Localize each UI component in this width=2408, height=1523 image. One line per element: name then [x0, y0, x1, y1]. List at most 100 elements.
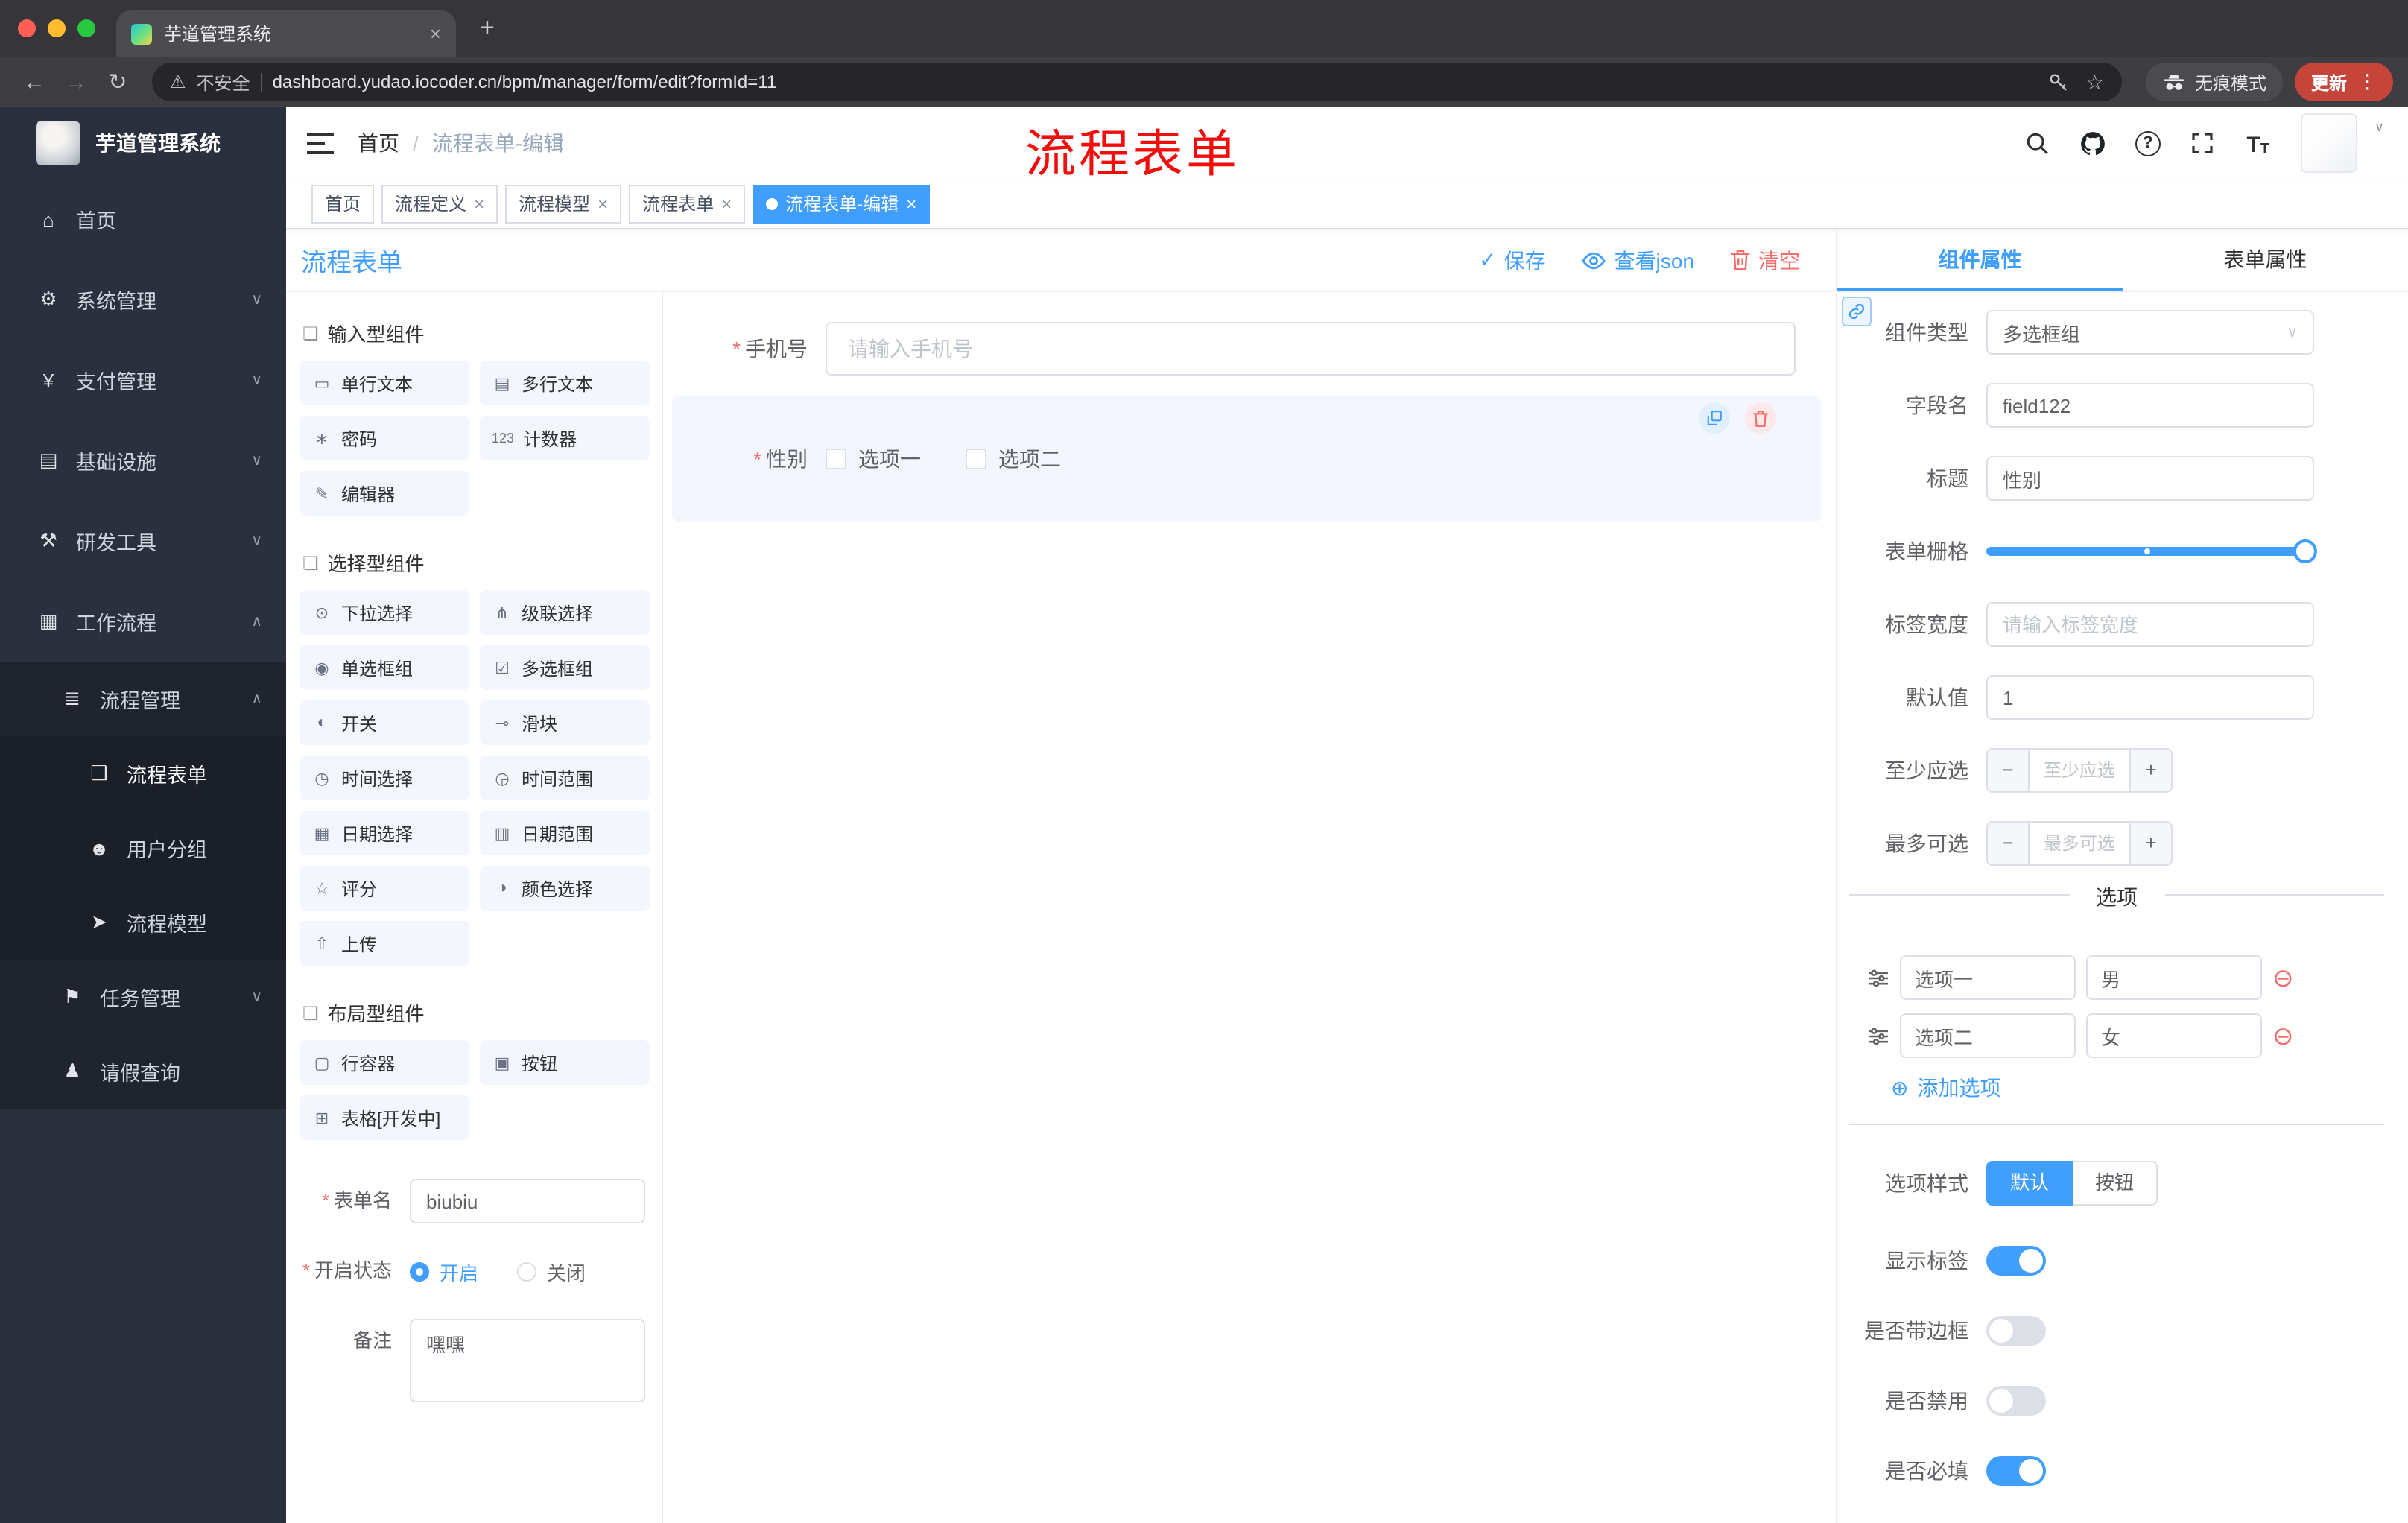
increase-button[interactable]: + [2129, 750, 2171, 791]
tag-close-icon[interactable]: × [474, 193, 484, 214]
default-value-input[interactable] [1986, 675, 2314, 720]
tag-close-icon[interactable]: × [721, 193, 732, 214]
tab-component-props[interactable]: 组件属性 [1837, 229, 2123, 291]
option-label-input[interactable] [1900, 1013, 2076, 1058]
tag-process-model[interactable]: 流程模型 × [505, 184, 622, 223]
form-grid-slider[interactable] [1986, 539, 2317, 563]
field-name-input[interactable] [1986, 383, 2314, 428]
user-avatar[interactable] [2301, 113, 2358, 173]
tag-close-icon[interactable]: × [906, 193, 916, 214]
palette-item-rate[interactable]: ☆ 评分 [300, 866, 469, 911]
sidebar-item-infrastructure[interactable]: ▤ 基础设施 ∨ [0, 420, 286, 501]
sidebar-item-process-model[interactable]: ➤ 流程模型 [0, 885, 286, 960]
save-button[interactable]: ✓ 保存 [1479, 245, 1545, 275]
password-key-icon[interactable] [2048, 71, 2070, 93]
drag-handle-icon[interactable] [1867, 1026, 1889, 1045]
required-switch[interactable] [1986, 1456, 2046, 1486]
decrease-button[interactable]: − [1988, 750, 2030, 791]
palette-item-single-text[interactable]: ▭ 单行文本 [300, 361, 469, 405]
view-json-button[interactable]: 查看json [1582, 245, 1694, 275]
font-size-icon[interactable]: TT [2243, 128, 2273, 158]
palette-item-time-picker[interactable]: ◷ 时间选择 [300, 756, 469, 800]
palette-item-upload[interactable]: ⇧ 上传 [300, 921, 469, 966]
github-icon[interactable] [2078, 128, 2108, 158]
palette-item-switch[interactable]: ◐ 开关 [300, 700, 469, 745]
option-value-input[interactable] [2086, 1013, 2262, 1058]
help-icon[interactable]: ? [2133, 128, 2163, 158]
form-canvas[interactable]: 手机号 [663, 292, 1836, 1523]
style-button-button[interactable]: 按钮 [2073, 1161, 2158, 1206]
option-value-input[interactable] [2086, 955, 2262, 1000]
address-bar[interactable]: ⚠ 不安全 dashboard.yudao.iocoder.cn/bpm/man… [152, 63, 2122, 101]
bookmark-star-icon[interactable]: ☆ [2085, 69, 2104, 95]
sidebar-item-leave-query[interactable]: ♟ 请假查询 [0, 1034, 286, 1109]
sidebar-item-home[interactable]: ⌂ 首页 [0, 179, 286, 259]
collapse-menu-icon[interactable] [307, 132, 334, 154]
form-remark-textarea[interactable]: 嘿嘿 [410, 1319, 645, 1402]
canvas-field-gender[interactable]: 性别 选项一 选项二 [672, 444, 1821, 474]
style-default-button[interactable]: 默认 [1986, 1161, 2073, 1206]
component-type-select[interactable]: 多选框组 ∨ [1986, 310, 2314, 355]
palette-item-slider[interactable]: ⊸ 滑块 [480, 700, 650, 745]
new-tab-button[interactable]: + [480, 13, 495, 43]
tab-form-props[interactable]: 表单属性 [2123, 229, 2408, 291]
forward-icon[interactable]: → [57, 69, 95, 95]
palette-item-checkbox-group[interactable]: ☑ 多选框组 [480, 645, 650, 690]
option-label-input[interactable] [1900, 955, 2076, 1000]
palette-item-select[interactable]: ⊙ 下拉选择 [300, 590, 469, 635]
palette-item-date-picker[interactable]: ▦ 日期选择 [300, 811, 469, 855]
copy-widget-button[interactable] [1699, 402, 1730, 434]
disabled-switch[interactable] [1986, 1386, 2046, 1416]
sidebar-item-dev-tools[interactable]: ⚒ 研发工具 ∨ [0, 501, 286, 581]
tag-home[interactable]: 首页 [311, 184, 375, 223]
tag-process-form-edit[interactable]: 流程表单-编辑 × [752, 184, 931, 223]
phone-input[interactable] [826, 322, 1796, 376]
border-switch[interactable] [1986, 1316, 2046, 1346]
palette-item-button[interactable]: ▣ 按钮 [480, 1040, 650, 1085]
tag-process-definition[interactable]: 流程定义 × [381, 184, 498, 223]
search-icon[interactable] [2023, 128, 2053, 158]
sidebar-item-process-management[interactable]: ≣ 流程管理 ∧ [0, 662, 286, 736]
gender-option-2-checkbox[interactable]: 选项二 [966, 444, 1061, 474]
title-input[interactable] [1986, 456, 2314, 501]
slider-handle[interactable] [2293, 539, 2317, 563]
browser-tab[interactable]: 芋道管理系统 × [116, 10, 456, 57]
gender-option-1-checkbox[interactable]: 选项一 [826, 444, 921, 474]
zoom-window-button[interactable] [77, 19, 95, 37]
sidebar-item-workflow[interactable]: ▦ 工作流程 ∧ [0, 581, 286, 662]
palette-item-table[interactable]: ⊞ 表格[开发中] [300, 1095, 469, 1140]
browser-update-button[interactable]: 更新 ⋮ [2294, 63, 2393, 101]
tag-close-icon[interactable]: × [598, 193, 608, 214]
back-icon[interactable]: ← [15, 69, 54, 95]
palette-item-counter[interactable]: 123 计数器 [480, 416, 650, 460]
increase-button[interactable]: + [2129, 823, 2171, 864]
max-select-value[interactable]: 最多可选 [2030, 823, 2129, 864]
palette-item-editor[interactable]: ✎ 编辑器 [300, 471, 469, 516]
fullscreen-icon[interactable] [2188, 128, 2218, 158]
reload-icon[interactable]: ↻ [98, 69, 137, 95]
canvas-field-phone[interactable]: 手机号 [672, 322, 1821, 376]
palette-item-date-range[interactable]: ▥ 日期范围 [480, 811, 650, 855]
canvas-field-gender-selected[interactable]: 性别 选项一 选项二 [672, 396, 1821, 522]
sidebar-item-payment[interactable]: ¥ 支付管理 ∨ [0, 340, 286, 420]
remove-option-button[interactable]: ⊖ [2272, 965, 2294, 990]
clear-button[interactable]: 清空 [1730, 245, 1800, 275]
sidebar-item-user-group[interactable]: ☻ 用户分组 [0, 811, 286, 885]
min-select-value[interactable]: 至少应选 [2030, 750, 2129, 791]
label-width-input[interactable] [1986, 602, 2314, 647]
add-option-button[interactable]: ⊕ 添加选项 [1891, 1073, 2384, 1103]
tag-process-form[interactable]: 流程表单 × [629, 184, 746, 223]
sidebar-item-system-management[interactable]: ⚙ 系统管理 ∨ [0, 259, 286, 340]
palette-item-cascader[interactable]: ⋔ 级联选择 [480, 590, 650, 635]
show-label-switch[interactable] [1986, 1246, 2046, 1276]
palette-item-time-range[interactable]: ◶ 时间范围 [480, 756, 650, 800]
decrease-button[interactable]: − [1988, 823, 2030, 864]
palette-item-password[interactable]: ∗ 密码 [300, 416, 469, 460]
palette-item-row-container[interactable]: ▢ 行容器 [300, 1040, 469, 1085]
palette-item-multi-text[interactable]: ▤ 多行文本 [480, 361, 650, 405]
close-window-button[interactable] [18, 19, 36, 37]
bind-field-button[interactable] [1842, 297, 1872, 326]
browser-menu-icon[interactable]: ⋮ [2357, 70, 2377, 94]
palette-item-radio-group[interactable]: ◉ 单选框组 [300, 645, 469, 690]
minimize-window-button[interactable] [48, 19, 66, 37]
